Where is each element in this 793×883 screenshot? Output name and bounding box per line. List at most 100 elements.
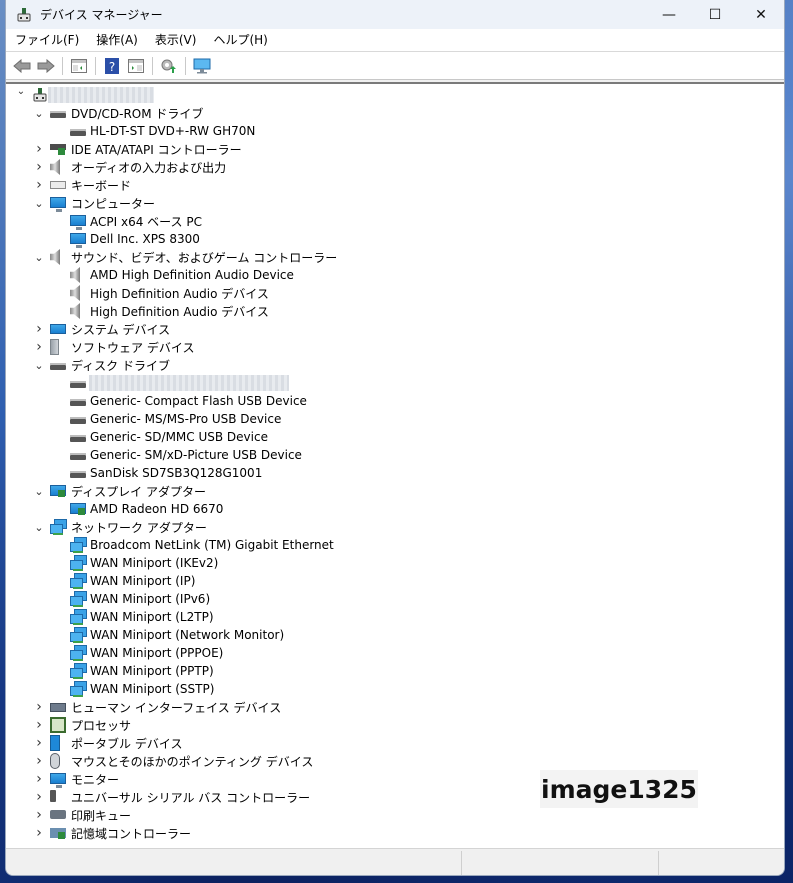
network-cable-icon	[73, 569, 83, 571]
hid-icon	[50, 703, 66, 712]
back-button[interactable]	[11, 55, 33, 77]
scan-hardware-button[interactable]	[191, 55, 213, 77]
show-action-pane-button[interactable]	[125, 55, 147, 77]
tree-category[interactable]: ⌄ ネットワーク アダプター	[6, 518, 784, 536]
device-item[interactable]: Broadcom NetLink (TM) Gigabit Ethernet	[6, 536, 784, 554]
update-driver-button[interactable]	[158, 55, 180, 77]
device-item[interactable]: WAN Miniport (IPv6)	[6, 590, 784, 608]
category-label: マウスとそのほかのポインティング デバイス	[71, 754, 314, 769]
category-label: キーボード	[71, 178, 132, 193]
speaker-icon	[70, 267, 80, 283]
tree-category[interactable]: › キーボード	[6, 176, 784, 194]
network-cable-icon	[73, 605, 83, 607]
chevron-down-icon[interactable]: ⌄	[16, 86, 26, 97]
toolbar-separator	[62, 56, 63, 75]
dvd-drive-icon	[70, 129, 86, 136]
chevron-down-icon[interactable]: ⌄	[34, 521, 44, 534]
device-item[interactable]: WAN Miniport (IKEv2)	[6, 554, 784, 572]
chevron-right-icon[interactable]: ›	[34, 699, 44, 715]
device-item[interactable]: WAN Miniport (SSTP)	[6, 680, 784, 698]
device-item[interactable]: SanDisk SD7SB3Q128G1001	[6, 464, 784, 482]
device-item[interactable]: ACPI x64 ベース PC	[6, 212, 784, 230]
tree-category[interactable]: › ポータブル デバイス	[6, 734, 784, 752]
chevron-down-icon[interactable]: ⌄	[34, 251, 44, 264]
tree-category[interactable]: › システム デバイス	[6, 320, 784, 338]
forward-button[interactable]	[35, 55, 57, 77]
tree-category[interactable]: › ソフトウェア デバイス	[6, 338, 784, 356]
chevron-right-icon[interactable]: ›	[34, 753, 44, 769]
category-label: ヒューマン インターフェイス デバイス	[71, 700, 282, 715]
device-item[interactable]: HL-DT-ST DVD+-RW GH70N	[6, 122, 784, 140]
disk-drive-icon	[70, 417, 86, 424]
chevron-right-icon[interactable]: ›	[34, 339, 44, 355]
chevron-down-icon[interactable]: ⌄	[34, 485, 44, 498]
computer-icon	[70, 215, 86, 230]
help-button[interactable]: ?	[101, 55, 123, 77]
show-hide-console-tree-button[interactable]	[68, 55, 90, 77]
chevron-right-icon[interactable]: ›	[34, 717, 44, 733]
help-icon: ?	[105, 57, 119, 74]
tree-category[interactable]: › 印刷キュー	[6, 806, 784, 824]
device-item[interactable]: WAN Miniport (PPTP)	[6, 662, 784, 680]
device-item[interactable]: High Definition Audio デバイス	[6, 302, 784, 320]
tree-category[interactable]: ⌄ ディスプレイ アダプター	[6, 482, 784, 500]
disk-drive-icon	[50, 363, 66, 370]
chevron-right-icon[interactable]: ›	[34, 177, 44, 193]
tree-category[interactable]: › オーディオの入力および出力	[6, 158, 784, 176]
tree-category[interactable]: › ヒューマン インターフェイス デバイス	[6, 698, 784, 716]
menu-help[interactable]: ヘルプ(H)	[204, 29, 275, 51]
chevron-right-icon[interactable]: ›	[34, 141, 44, 157]
maximize-button[interactable]: ☐	[692, 0, 738, 29]
tree-category[interactable]: ⌄ コンピューター	[6, 194, 784, 212]
device-item[interactable]: WAN Miniport (Network Monitor)	[6, 626, 784, 644]
device-item[interactable]	[6, 374, 784, 392]
chevron-right-icon[interactable]: ›	[34, 159, 44, 175]
chevron-right-icon[interactable]: ›	[34, 807, 44, 823]
minimize-button[interactable]: —	[646, 0, 692, 29]
device-item[interactable]: WAN Miniport (L2TP)	[6, 608, 784, 626]
device-item[interactable]: AMD High Definition Audio Device	[6, 266, 784, 284]
disk-drive-icon	[70, 453, 86, 460]
tree-category[interactable]: › マウスとそのほかのポインティング デバイス	[6, 752, 784, 770]
tree-category[interactable]: ⌄ サウンド、ビデオ、およびゲーム コントローラー	[6, 248, 784, 266]
monitor-icon	[50, 773, 66, 788]
tree-category[interactable]: › プロセッサ	[6, 716, 784, 734]
close-button[interactable]: ✕	[738, 0, 784, 29]
chevron-right-icon[interactable]: ›	[34, 825, 44, 841]
device-item[interactable]: High Definition Audio デバイス	[6, 284, 784, 302]
device-item[interactable]: Generic- SM/xD-Picture USB Device	[6, 446, 784, 464]
tree-category[interactable]: › 記憶域コントローラー	[6, 824, 784, 842]
tree-root-node[interactable]: ⌄	[6, 86, 784, 104]
keyboard-icon	[50, 181, 66, 189]
chevron-right-icon[interactable]: ›	[34, 735, 44, 751]
tree-category[interactable]: › IDE ATA/ATAPI コントローラー	[6, 140, 784, 158]
category-label: 記憶域コントローラー	[71, 826, 192, 841]
tree-category[interactable]: ⌄ DVD/CD-ROM ドライブ	[6, 104, 784, 122]
device-item[interactable]: Generic- SD/MMC USB Device	[6, 428, 784, 446]
chevron-right-icon[interactable]: ›	[34, 321, 44, 337]
menu-action[interactable]: 操作(A)	[87, 29, 146, 51]
console-tree-icon	[71, 58, 87, 73]
chevron-right-icon[interactable]: ›	[34, 789, 44, 805]
device-item[interactable]: AMD Radeon HD 6670	[6, 500, 784, 518]
menu-file[interactable]: ファイル(F)	[6, 29, 87, 51]
chevron-right-icon[interactable]: ›	[34, 771, 44, 787]
window-title: デバイス マネージャー	[40, 8, 163, 22]
device-item[interactable]: WAN Miniport (IP)	[6, 572, 784, 590]
device-item[interactable]: WAN Miniport (PPPOE)	[6, 644, 784, 662]
maximize-icon: ☐	[708, 6, 722, 23]
device-label: WAN Miniport (IPv6)	[90, 592, 211, 606]
update-driver-icon	[161, 59, 176, 73]
device-tree-pane[interactable]: ⌄ ⌄ DVD/CD-ROM ドライブ HL-DT-ST DVD+-RW GH70N ›…	[6, 82, 784, 848]
chevron-down-icon[interactable]: ⌄	[34, 197, 44, 210]
device-item[interactable]: Generic- Compact Flash USB Device	[6, 392, 784, 410]
device-item[interactable]: Generic- MS/MS-Pro USB Device	[6, 410, 784, 428]
device-label: AMD Radeon HD 6670	[90, 502, 224, 516]
title-bar[interactable]: デバイス マネージャー — ☐ ✕	[6, 0, 784, 29]
tree-category[interactable]: ⌄ ディスク ドライブ	[6, 356, 784, 374]
network-cable-icon	[73, 695, 83, 697]
chevron-down-icon[interactable]: ⌄	[34, 107, 44, 120]
menu-view[interactable]: 表示(V)	[146, 29, 205, 51]
device-item[interactable]: Dell Inc. XPS 8300	[6, 230, 784, 248]
chevron-down-icon[interactable]: ⌄	[34, 359, 44, 372]
